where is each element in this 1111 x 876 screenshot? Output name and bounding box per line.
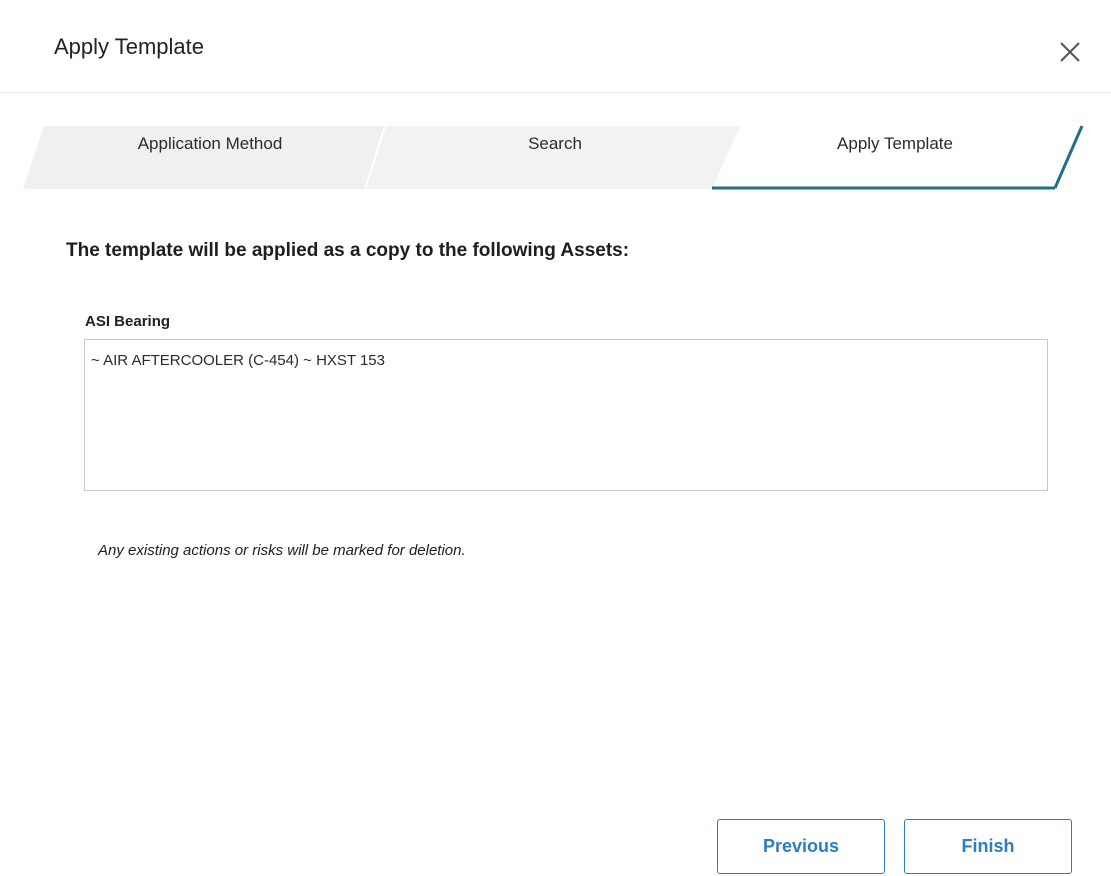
dialog-title: Apply Template — [54, 34, 205, 59]
assets-list-box[interactable]: ~ AIR AFTERCOOLER (C-454) ~ HXST 153 — [84, 339, 1048, 491]
step-application-method[interactable]: Application Method — [60, 134, 360, 154]
deletion-note: Any existing actions or risks will be ma… — [98, 542, 466, 559]
apply-template-dialog: Apply Template Application Method Search… — [0, 0, 1111, 876]
wizard-step-shapes — [23, 125, 1084, 190]
asset-list-item: ~ AIR AFTERCOOLER (C-454) ~ HXST 153 — [91, 352, 385, 369]
asset-family-label: ASI Bearing — [85, 313, 171, 330]
dialog-header: Apply Template — [0, 0, 1111, 93]
apply-message: The template will be applied as a copy t… — [66, 240, 630, 261]
close-icon[interactable] — [1058, 40, 1082, 64]
step-apply-template[interactable]: Apply Template — [745, 134, 1045, 154]
finish-button[interactable]: Finish — [904, 819, 1072, 874]
previous-button[interactable]: Previous — [717, 819, 885, 874]
step-search[interactable]: Search — [405, 134, 705, 154]
wizard-steps: Application Method Search Apply Template — [0, 120, 1111, 195]
